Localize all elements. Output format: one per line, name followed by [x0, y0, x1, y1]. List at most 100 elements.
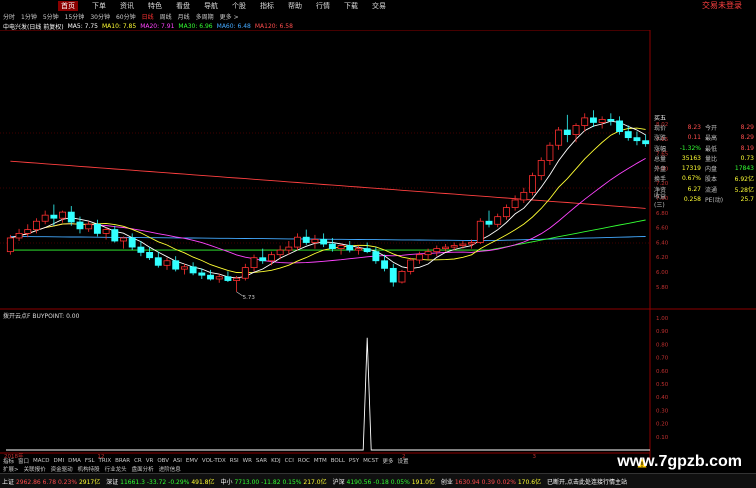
menu-item[interactable]: 导航	[204, 1, 218, 11]
menu-item[interactable]: 行情	[316, 1, 330, 11]
menu-item[interactable]: 下载	[344, 1, 358, 11]
indicator-tab[interactable]: BRAR	[115, 458, 130, 464]
candle-body	[537, 160, 545, 177]
candle-body	[546, 144, 554, 161]
trade-login-link[interactable]: 交易未登录	[702, 0, 742, 11]
menu-item[interactable]: 指标	[260, 1, 274, 11]
quote-value: 0.67%	[681, 175, 701, 183]
extension-tab[interactable]: 机构持股	[78, 465, 100, 473]
menu-item[interactable]: 下单	[92, 1, 106, 11]
candle-body	[328, 243, 336, 249]
indicator-tab[interactable]: FSL	[85, 458, 95, 464]
period-button[interactable]: 周线	[160, 12, 172, 21]
index-shanghai[interactable]: 上证 2962.86 6.78 0.23% 2917亿	[2, 477, 100, 486]
indicator-tab[interactable]: PSY	[349, 458, 359, 464]
period-button[interactable]: 15分钟	[65, 12, 85, 21]
ma5-label: MA5: 7.75	[67, 22, 98, 30]
indicator-tab[interactable]: 指标	[3, 457, 14, 465]
candle-body	[555, 129, 563, 146]
quote-label: 外盘	[654, 166, 667, 174]
info-header: 买五	[654, 114, 667, 122]
indicator-tab[interactable]: EMV	[186, 458, 198, 464]
quote-value: 0.258	[683, 196, 701, 204]
extension-tab[interactable]: 资金驱动	[51, 465, 73, 473]
indicator-tick-label: 0.20	[656, 422, 669, 428]
indicator-tab[interactable]: 窗口	[18, 457, 29, 465]
kline-chart[interactable]: 8.027.857.657.407.207.006.806.606.406.20…	[0, 30, 756, 460]
indicator-tick-label: 0.60	[656, 369, 669, 375]
indicator-tab[interactable]: ROC	[298, 458, 310, 464]
candle-body	[241, 267, 249, 279]
period-button[interactable]: 30分钟	[90, 12, 110, 21]
quote-value: 0.11	[687, 134, 701, 142]
indicator-tab[interactable]: MCST	[363, 458, 378, 464]
candle-body	[294, 236, 301, 248]
quote-row: 现价 8.23 今开 8.29	[654, 122, 756, 132]
period-button[interactable]: 5分钟	[43, 12, 59, 21]
menu-item[interactable]: 看盘	[176, 1, 190, 11]
quote-label: 量比	[705, 155, 718, 163]
connection-notice[interactable]: 已断开,点击此处连接行情主站	[547, 477, 627, 486]
indicator-tab[interactable]: DMA	[68, 458, 81, 464]
quote-panel: 买五 现价 8.23 今开 8.29 涨跌 0.11 最高 8.29 涨幅 -1.32% 最低 8.1…	[654, 112, 756, 209]
menu-item[interactable]: 帮助	[288, 1, 302, 11]
low-price-marker: 5.73	[243, 295, 256, 301]
period-button[interactable]: 多周期	[196, 12, 214, 21]
candle-body	[624, 131, 632, 139]
indicator-tab[interactable]: 更多	[383, 457, 394, 465]
index-hs300[interactable]: 沪深 4190.56 -0.18 0.05% 191.0亿	[333, 477, 435, 486]
candle-body	[50, 214, 58, 219]
period-button[interactable]: 月线	[178, 12, 190, 21]
candle-body	[250, 257, 258, 269]
indicator-tab[interactable]: DMI	[54, 458, 65, 464]
period-button[interactable]: 更多 >	[220, 12, 239, 21]
candle-body	[267, 254, 275, 262]
index-chinext[interactable]: 创业 1630.94 0.39 0.02% 170.6亿	[441, 477, 541, 486]
indicator-tab[interactable]: TRIX	[99, 458, 112, 464]
period-button[interactable]: 60分钟	[116, 12, 136, 21]
indicator-tab[interactable]: VOL-TDX	[202, 458, 226, 464]
indicator-tab[interactable]: ASI	[173, 458, 182, 464]
indicator-tab[interactable]: CR	[134, 458, 142, 464]
indicator-tab[interactable]: CCI	[285, 458, 294, 464]
menu-item[interactable]: 资讯	[120, 1, 134, 11]
indicator-tab[interactable]: BOLL	[331, 458, 345, 464]
candle-body	[355, 248, 362, 251]
indicator-tab[interactable]: MTM	[314, 458, 327, 464]
indicator-tab[interactable]: 设置	[398, 457, 409, 465]
extension-tab[interactable]: 盘面分析	[132, 465, 154, 473]
extension-tab[interactable]: 进阶信息	[159, 465, 181, 473]
candle-body	[146, 251, 154, 259]
candle-body	[520, 191, 528, 201]
quote-row: 外盘 17319 内盘 17843	[654, 163, 756, 173]
indicator-tab[interactable]: OBV	[157, 458, 169, 464]
period-button[interactable]: 日线	[142, 12, 154, 21]
quote-value: 8.23	[687, 123, 701, 131]
candle-body	[572, 125, 580, 136]
indicator-tab[interactable]: WR	[243, 458, 252, 464]
quote-value: 17843	[734, 165, 754, 173]
quote-label: 股本	[705, 176, 718, 184]
menu-item[interactable]: 特色	[148, 1, 162, 11]
menu-item[interactable]: 个股	[232, 1, 246, 11]
extension-tab[interactable]: 扩展>	[3, 465, 19, 473]
menu-item[interactable]: 首页	[58, 1, 78, 11]
candle-body	[6, 237, 14, 253]
period-toolbar: 分时 1分钟 5分钟 15分钟 30分钟 60分钟 日线 周线 月线 多周期 更多 >	[0, 11, 756, 21]
indicator-tab[interactable]: SAR	[256, 458, 267, 464]
menu-bar: 首页 下单 资讯 特色 看盘 导航 个股 指标 帮助 行情 下载 交易 交易未登录	[0, 0, 756, 11]
indicator-tab[interactable]: KDJ	[271, 458, 280, 464]
extension-tab[interactable]: 行业龙头	[105, 465, 127, 473]
extension-tab[interactable]: 关联报价	[24, 465, 46, 473]
index-sme[interactable]: 中小 7713.00 -11.82 0.15% 217.0亿	[221, 477, 327, 486]
indicator-tab[interactable]: VR	[146, 458, 154, 464]
indicator-tick-label: 0.40	[656, 395, 669, 401]
quote-value: -1.32%	[679, 144, 701, 152]
period-button[interactable]: 1分钟	[21, 12, 37, 21]
quote-label: 涨跌	[654, 135, 667, 143]
indicator-tab[interactable]: MACD	[33, 458, 50, 464]
period-button[interactable]: 分时	[3, 12, 15, 21]
indicator-tab[interactable]: RSI	[230, 458, 239, 464]
menu-item[interactable]: 交易	[372, 1, 386, 11]
index-shenzhen[interactable]: 深证 11661.3 -33.72 -0.29% 491.8亿	[106, 477, 214, 486]
